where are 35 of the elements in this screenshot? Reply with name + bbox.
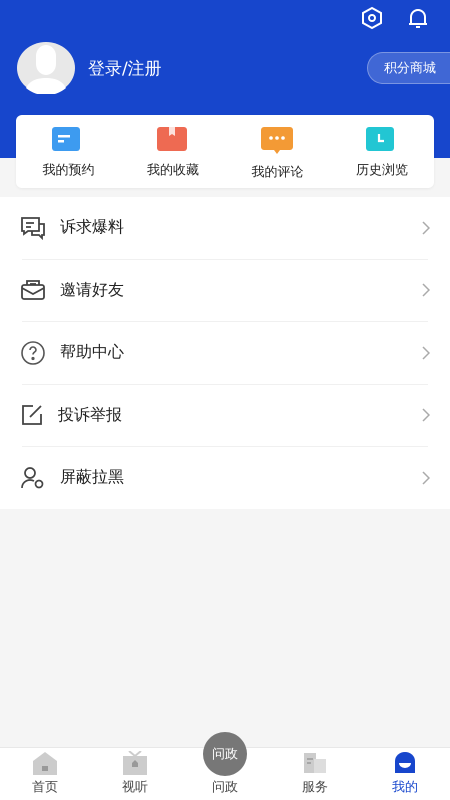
- mascot-icon: [392, 751, 418, 775]
- nav-tab[interactable]: 服务: [270, 748, 360, 800]
- shortcut-item[interactable]: 我的预约: [16, 115, 120, 188]
- chat-icon: [20, 216, 46, 240]
- edit-icon: [20, 403, 44, 428]
- avatar[interactable]: [16, 42, 76, 94]
- chevron-right-icon: [422, 408, 430, 422]
- points-mall-button[interactable]: 积分商城: [367, 52, 450, 84]
- center-badge[interactable]: 问政: [203, 732, 247, 776]
- envelope-icon: [20, 279, 46, 302]
- shortcut-item[interactable]: 历史浏览: [330, 115, 434, 188]
- menu-item[interactable]: 邀请好友: [60, 280, 422, 301]
- shortcut-item[interactable]: 我的收藏: [120, 115, 225, 188]
- chat-bubble-icon: [261, 127, 294, 155]
- menu-item[interactable]: 帮助中心: [60, 342, 422, 364]
- nav-tab[interactable]: 首页: [0, 748, 90, 800]
- menu-item[interactable]: 屏蔽拉黑: [60, 467, 422, 488]
- login-link[interactable]: 登录/注册: [88, 56, 367, 80]
- settings-icon[interactable]: [360, 6, 384, 30]
- shortcut-item[interactable]: 我的评论: [225, 115, 330, 188]
- nav-tab[interactable]: 问政: [180, 778, 270, 800]
- chevron-right-icon: [422, 470, 430, 485]
- house-icon: [32, 751, 58, 775]
- user-block-icon: [20, 466, 46, 490]
- folder-icon: [156, 127, 189, 153]
- chevron-right-icon: [422, 346, 430, 360]
- menu-item[interactable]: 投诉举报: [58, 404, 422, 426]
- menu-item[interactable]: 诉求爆料: [60, 217, 422, 238]
- bell-icon[interactable]: [406, 6, 430, 30]
- nav-tab[interactable]: 我的: [360, 748, 450, 800]
- chevron-right-icon: [422, 220, 430, 235]
- question-circle-icon: [20, 340, 46, 366]
- tv-icon: [122, 751, 148, 775]
- chevron-right-icon: [422, 283, 430, 298]
- nav-tab[interactable]: 视听: [90, 748, 180, 800]
